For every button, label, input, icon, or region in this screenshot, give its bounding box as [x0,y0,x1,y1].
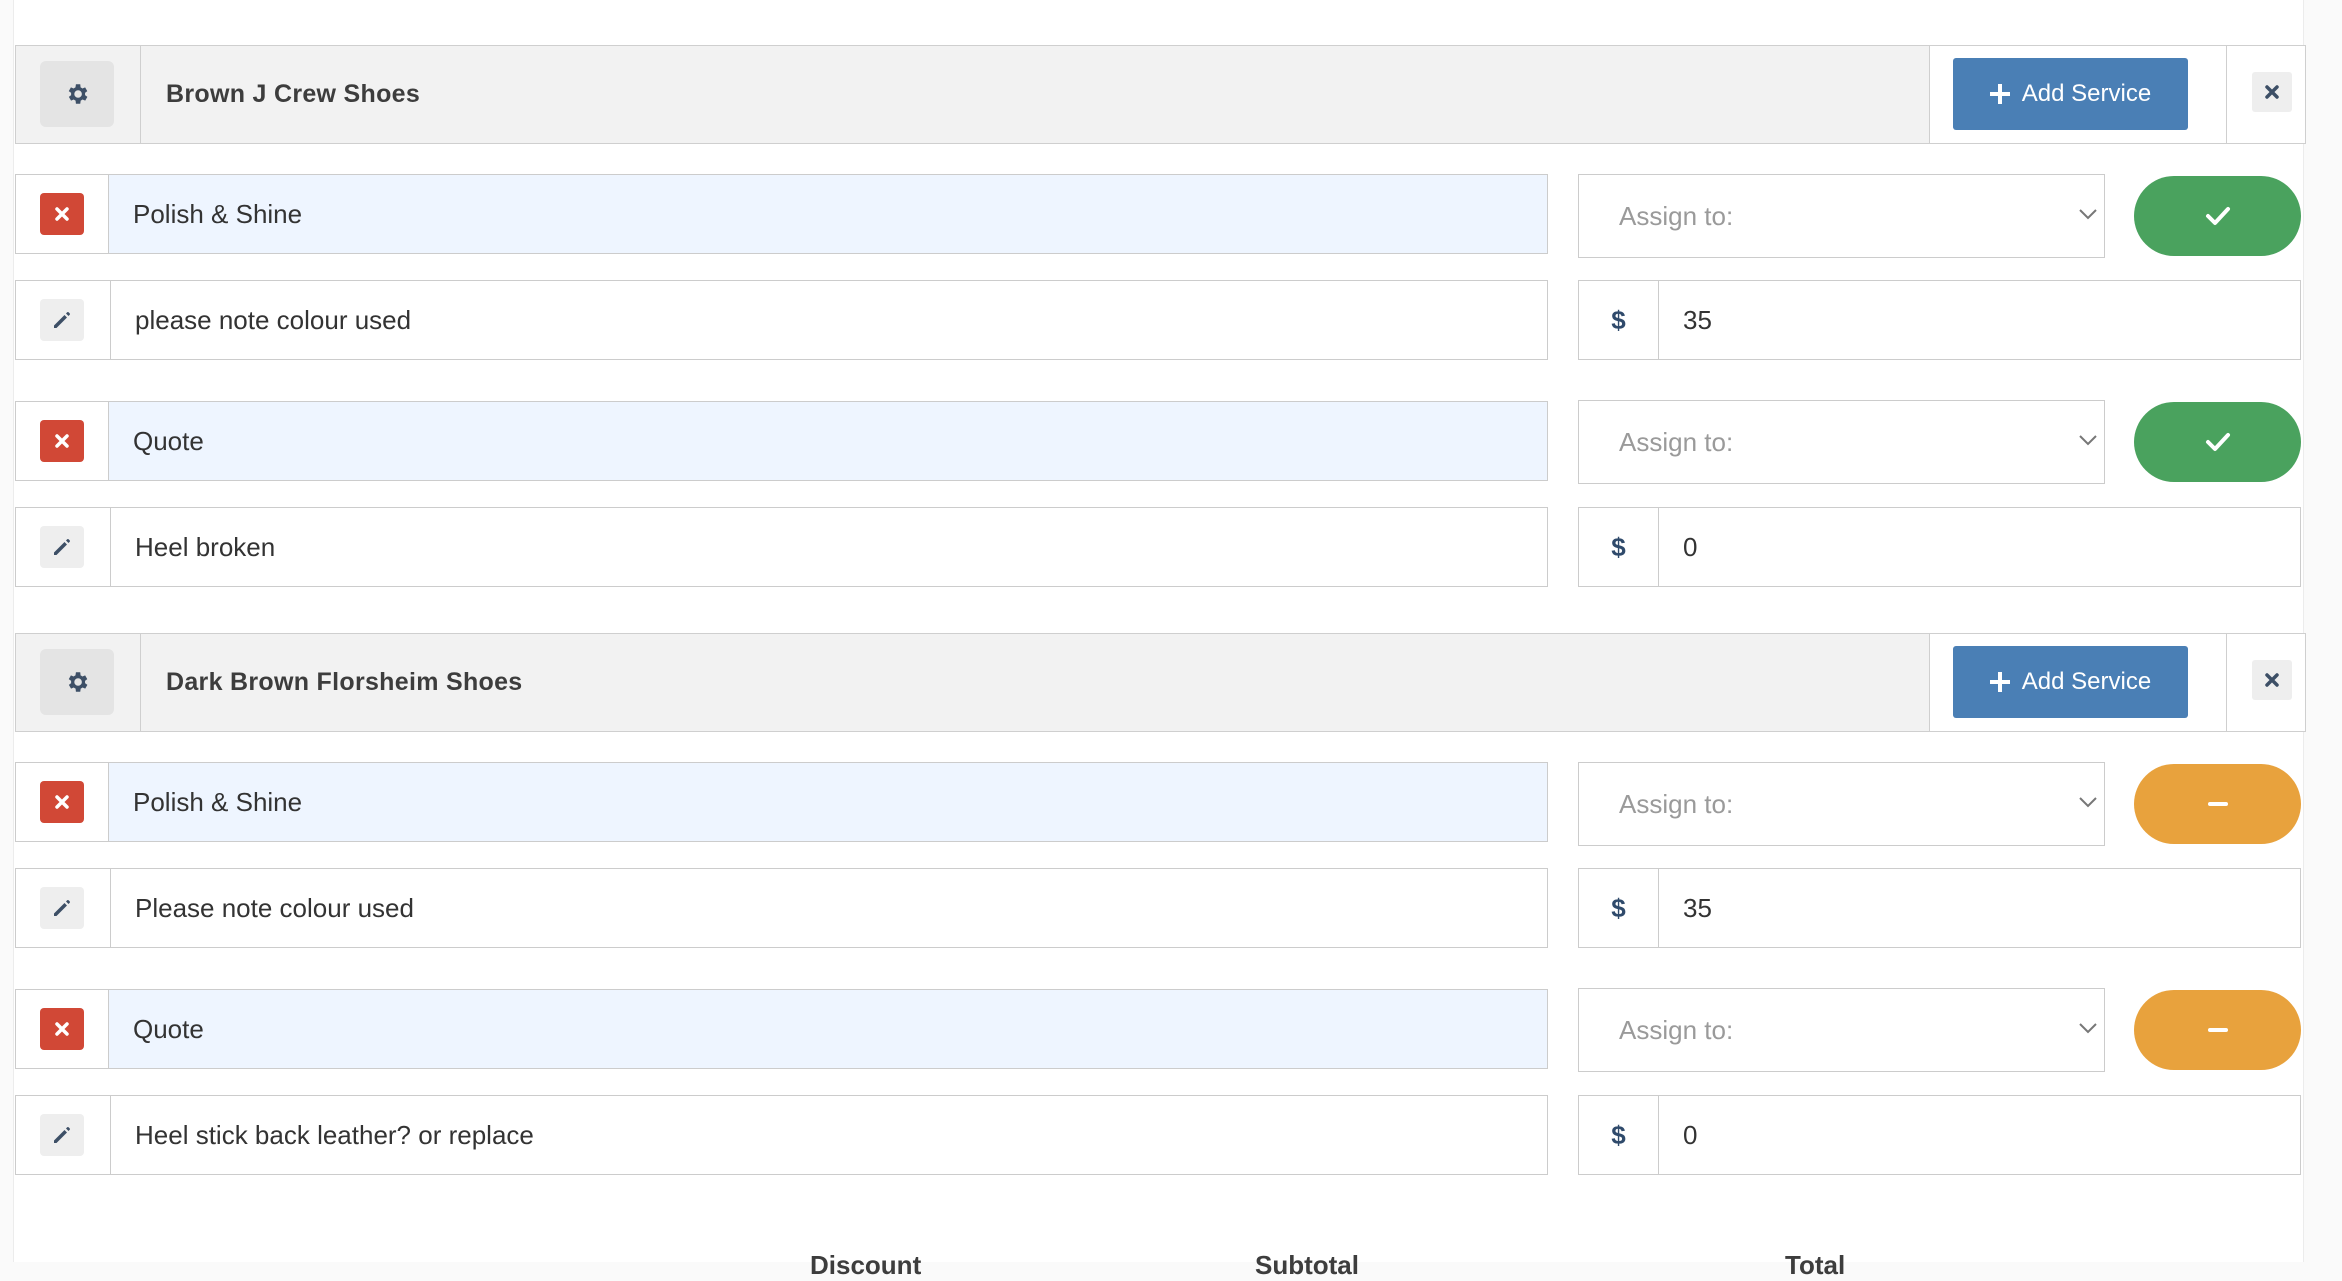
price-input[interactable]: 35 [1659,281,2300,359]
pencil-icon [54,1127,70,1143]
close-icon [55,1022,69,1036]
remove-service-button[interactable] [40,1008,84,1050]
service-row: Quote [15,989,1548,1069]
remove-service-button[interactable] [40,193,84,235]
price-input-group: $ 0 [1578,507,2301,587]
price-input-group: $ 0 [1578,1095,2301,1175]
discount-label: Discount [810,1250,922,1280]
assign-select[interactable]: Assign to: [1578,400,2105,484]
minus-icon [2207,1028,2228,1032]
price-input-group: $ 35 [1578,868,2301,948]
service-name-field[interactable]: Quote [108,402,1547,480]
close-icon [55,207,69,221]
subtotal-label: Subtotal [1255,1250,1359,1280]
chevron-down-icon [2079,435,2097,446]
service-note-field[interactable]: Please note colour used [110,869,1547,947]
service-row: Polish & Shine [15,174,1548,254]
remove-item-button[interactable] [2250,658,2294,702]
service-note-field[interactable]: Heel broken [110,508,1547,586]
close-icon [2265,673,2279,687]
close-icon [55,434,69,448]
edit-note-button[interactable] [40,299,84,341]
service-name-field[interactable]: Quote [108,990,1547,1068]
service-row: Polish & Shine [15,762,1548,842]
header-actions: Add Service [1929,634,2305,731]
note-row: please note colour used [15,280,1548,360]
check-icon [2205,207,2230,225]
service-note-field[interactable]: Heel stick back leather? or replace [110,1096,1547,1174]
price-input[interactable]: 0 [1659,508,2300,586]
pencil-icon [54,312,70,328]
currency-label: $ [1579,869,1659,947]
edit-note-button[interactable] [40,526,84,568]
currency-label: $ [1579,508,1659,586]
service-note-field[interactable]: please note colour used [110,281,1547,359]
note-row: Heel stick back leather? or replace [15,1095,1548,1175]
status-toggle-pending[interactable] [2134,764,2301,844]
pencil-icon [54,900,70,916]
close-icon [2265,85,2279,99]
gear-icon [68,672,88,692]
currency-label: $ [1579,1096,1659,1174]
price-input[interactable]: 35 [1659,869,2300,947]
remove-service-button[interactable] [40,420,84,462]
chevron-down-icon [2079,797,2097,808]
edit-note-button[interactable] [40,1114,84,1156]
status-toggle-complete[interactable] [2134,176,2301,256]
header-divider [140,46,141,143]
assign-select[interactable]: Assign to: [1578,174,2105,258]
actions-divider [2226,634,2227,731]
chevron-down-icon [2079,209,2097,220]
note-row: Please note colour used [15,868,1548,948]
header-actions: Add Service [1929,46,2305,143]
add-service-button[interactable]: Add Service [1953,646,2188,718]
header-divider [140,634,141,731]
currency-label: $ [1579,281,1659,359]
total-label: Total [1785,1250,1846,1280]
plus-icon [1989,84,2010,104]
assign-select[interactable]: Assign to: [1578,762,2105,846]
item-title: Dark Brown Florsheim Shoes [166,668,523,696]
actions-divider [2226,46,2227,143]
item-settings-button[interactable] [40,61,114,127]
add-service-label: Add Service [2021,668,2152,695]
remove-item-button[interactable] [2250,70,2294,114]
item-header: Dark Brown Florsheim Shoes Add Service [15,633,2306,732]
minus-icon [2207,802,2228,806]
remove-service-button[interactable] [40,781,84,823]
status-toggle-pending[interactable] [2134,990,2301,1070]
service-row: Quote [15,401,1548,481]
service-name-field[interactable]: Polish & Shine [108,175,1547,253]
price-input[interactable]: 0 [1659,1096,2300,1174]
add-service-button[interactable]: Add Service [1953,58,2188,130]
price-input-group: $ 35 [1578,280,2301,360]
plus-icon [1989,672,2010,692]
edit-note-button[interactable] [40,887,84,929]
status-toggle-complete[interactable] [2134,402,2301,482]
item-header: Brown J Crew Shoes Add Service [15,45,2306,144]
item-title: Brown J Crew Shoes [166,80,421,108]
item-settings-button[interactable] [40,649,114,715]
close-icon [55,795,69,809]
add-service-label: Add Service [2021,80,2152,107]
check-icon [2205,433,2230,451]
note-row: Heel broken [15,507,1548,587]
assign-select[interactable]: Assign to: [1578,988,2105,1072]
pencil-icon [54,539,70,555]
service-name-field[interactable]: Polish & Shine [108,763,1547,841]
chevron-down-icon [2079,1023,2097,1034]
gear-icon [68,84,88,104]
